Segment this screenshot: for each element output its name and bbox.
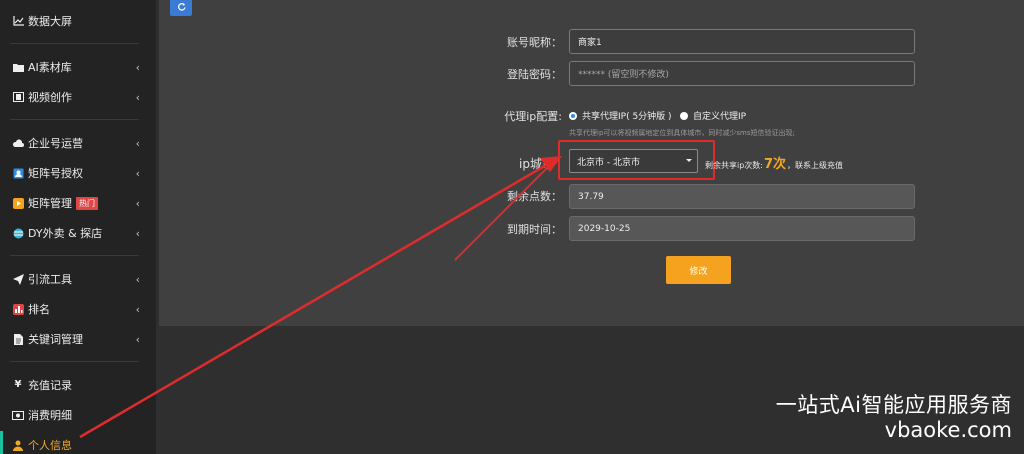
portrait-icon (12, 167, 24, 179)
sidebar-item-label: 关键词管理 (28, 333, 83, 346)
chevron-left-icon: ‹ (135, 197, 140, 210)
sidebar-item-matrix-auth[interactable]: 矩阵号授权 ‹ (0, 159, 156, 187)
sidebar-item-consumption-details[interactable]: 消费明细 (0, 401, 156, 429)
chevron-left-icon: ‹ (135, 303, 140, 316)
chevron-left-icon: ‹ (135, 273, 140, 286)
remain-count: 7次 (764, 157, 787, 172)
sidebar-item-label: 矩阵管理 (28, 197, 72, 210)
sidebar-item-label: 视频创作 (28, 91, 72, 104)
sidebar-item-keyword-management[interactable]: 关键词管理 ‹ (0, 325, 156, 353)
sidebar-item-recharge-records[interactable]: ¥ 充值记录 (0, 371, 156, 399)
proxy-shared-radio[interactable]: 共享代理IP( 5分钟版 ) (569, 109, 672, 122)
globe-icon (12, 227, 24, 239)
sidebar-item-label: 消费明细 (28, 409, 72, 422)
proxy-hint: 共享代理ip可以将视频属地定位到具体城市，同时减少sms短信验证出现; (569, 129, 795, 137)
chevron-left-icon: ‹ (135, 137, 140, 150)
play-icon (12, 197, 24, 209)
sidebar-item-data-screen[interactable]: 数据大屏 (0, 7, 156, 35)
yen-icon: ¥ (14, 379, 22, 390)
send-icon (12, 273, 24, 285)
sidebar-item-label: 个人信息 (28, 439, 72, 452)
submit-button[interactable]: 修改 (666, 256, 731, 284)
chevron-left-icon: ‹ (135, 91, 140, 104)
folder-icon (12, 61, 24, 73)
proxy-config-label: 代理ip配置: (504, 110, 562, 123)
sidebar-item-label: 充值记录 (28, 379, 72, 392)
line-chart-icon (12, 15, 24, 27)
divider (10, 119, 139, 120)
ip-city-label: ip城市 (519, 157, 554, 171)
chevron-left-icon: ‹ (135, 227, 140, 240)
chevron-left-icon: ‹ (135, 167, 140, 180)
sidebar-item-label: 排名 (28, 303, 50, 316)
remain-prefix: 剩余共享ip次数: (705, 161, 763, 170)
radio-unselected-icon (680, 111, 688, 120)
chevron-left-icon: ‹ (135, 333, 140, 346)
expire-label: 到期时间： (507, 223, 562, 236)
document-icon (12, 333, 24, 345)
refresh-icon (177, 2, 186, 14)
password-input[interactable]: ****** (留空则不修改) (569, 61, 915, 86)
sidebar-item-ranking[interactable]: 排名 ‹ (0, 295, 156, 323)
sidebar-item-label: 企业号运营 (28, 137, 83, 150)
money-icon (12, 409, 24, 421)
account-nickname-input[interactable]: 商家1 (569, 29, 915, 54)
divider (10, 361, 139, 362)
sidebar-item-matrix-management[interactable]: 矩阵管理 热门 ‹ (0, 189, 156, 217)
ranking-icon (12, 303, 24, 315)
sidebar-item-label: 引流工具 (28, 273, 72, 286)
hot-badge: 热门 (76, 196, 98, 210)
sidebar-item-video-creation[interactable]: 视频创作 ‹ (0, 83, 156, 111)
sidebar-item-label: 矩阵号授权 (28, 167, 83, 180)
film-icon (12, 91, 24, 103)
watermark-domain: vbaoke.com (884, 418, 1012, 442)
sidebar: 数据大屏 AI素材库 ‹ 视频创作 ‹ 企业号运营 ‹ 矩阵号授权 ‹ 矩阵管理 (0, 0, 156, 454)
sidebar-item-traffic-tools[interactable]: 引流工具 ‹ (0, 265, 156, 293)
radio-label: 自定义代理IP (693, 112, 747, 122)
expire-field: 2029-10-25 (569, 216, 915, 241)
radio-label: 共享代理IP( 5分钟版 ) (582, 112, 672, 122)
sidebar-item-label: 数据大屏 (28, 15, 72, 28)
points-field: 37.79 (569, 184, 915, 209)
account-nickname-label: 账号昵称： (507, 36, 562, 49)
user-icon (12, 439, 24, 451)
watermark-slogan: 一站式Ai智能应用服务商 (775, 393, 1012, 417)
refresh-button[interactable] (170, 0, 192, 16)
radio-selected-icon (569, 111, 577, 120)
sidebar-item-personal-info[interactable]: 个人信息 (0, 431, 156, 454)
sidebar-item-label: DY外卖 & 探店 (28, 227, 103, 240)
password-label: 登陆密码： (507, 68, 562, 81)
divider (10, 43, 139, 44)
cloud-icon (12, 137, 24, 149)
highlight-box (558, 140, 715, 180)
sidebar-item-enterprise-ops[interactable]: 企业号运营 ‹ (0, 129, 156, 157)
proxy-custom-radio[interactable]: 自定义代理IP (680, 109, 746, 122)
sidebar-item-label: AI素材库 (28, 61, 72, 74)
remain-suffix: ，联系上级充值 (787, 161, 844, 170)
sidebar-item-ai-library[interactable]: AI素材库 ‹ (0, 53, 156, 81)
remaining-ip-count: 剩余共享ip次数: 7次 ，联系上级充值 (705, 153, 843, 172)
chevron-left-icon: ‹ (135, 61, 140, 74)
sidebar-item-dy-takeout[interactable]: DY外卖 & 探店 ‹ (0, 219, 156, 247)
points-label: 剩余点数： (507, 190, 562, 203)
divider (10, 255, 139, 256)
